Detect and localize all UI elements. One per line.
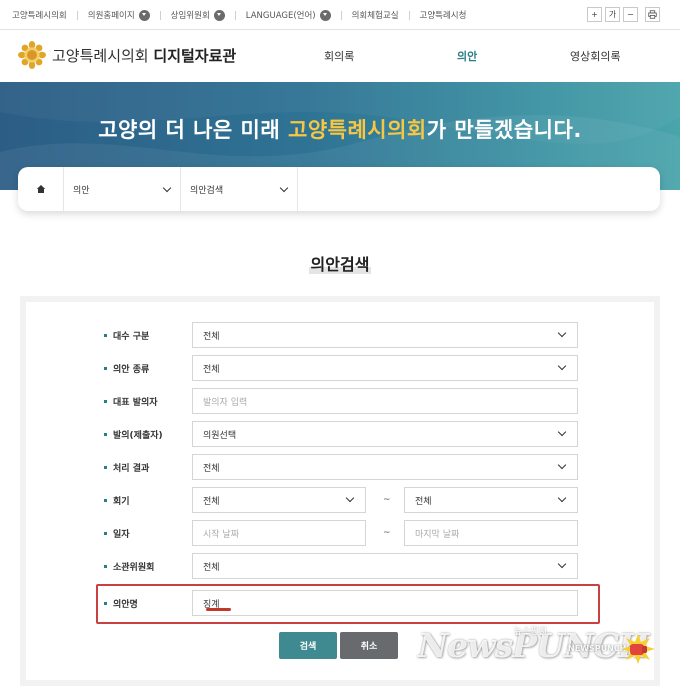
divider [234, 10, 236, 20]
chevron-down-icon [557, 361, 567, 371]
utility-link-label: 고양특례시청 [419, 11, 467, 21]
utility-link-language[interactable]: LANGUAGE(언어) [246, 9, 331, 21]
divider [159, 10, 161, 20]
slogan-part: 가 만들겠습니다. [426, 118, 582, 142]
nav-minutes[interactable]: 회의록 [324, 30, 354, 82]
end-date-input[interactable]: 마지막 날짜 [404, 520, 578, 546]
slogan-part: 고양의 더 나은 미래 [98, 118, 289, 142]
session-separator: ~ [383, 495, 391, 505]
proposer-label: 대표 발의자 [104, 388, 158, 414]
breadcrumb-level2[interactable]: 의안검색 [181, 167, 298, 211]
bill-search-form: 대수 구분 전체 의안 종류 전체 대표 발의자 발의자 입력 발의(제출자) … [20, 296, 660, 686]
chevron-down-icon [162, 183, 172, 192]
proposer-input[interactable]: 발의자 입력 [192, 388, 578, 414]
bill-type-label: 의안 종류 [104, 355, 149, 381]
logo-prefix: 고양특례시의회 [52, 46, 149, 65]
chevron-down-icon [138, 9, 150, 21]
divider [408, 10, 410, 20]
nav-video-minutes[interactable]: 영상회의록 [570, 30, 621, 82]
chevron-down-icon [557, 427, 567, 437]
utility-link-label: 상임위원회 [170, 11, 210, 21]
daesu-value: 전체 [203, 331, 220, 342]
date-label: 일자 [104, 520, 130, 546]
result-select[interactable]: 전체 [192, 454, 578, 480]
submitter-select[interactable]: 의원선택 [192, 421, 578, 447]
font-decrease-button[interactable]: − [623, 7, 638, 22]
utility-links: 고양특례시의회 의원홈페이지 상임위원회 LANGUAGE(언어) 의회체험교실… [12, 0, 466, 30]
submitter-value: 의원선택 [203, 430, 237, 441]
bill-type-value: 전체 [203, 364, 220, 375]
utility-link-label: 의회체험교실 [351, 11, 399, 21]
font-size-controls: + 가 − [587, 7, 660, 22]
breadcrumb: 의안 의안검색 [18, 167, 660, 211]
daesu-select[interactable]: 전체 [192, 322, 578, 348]
utility-link-label: 의원홈페이지 [87, 11, 135, 21]
font-reset-button[interactable]: 가 [605, 7, 620, 22]
committee-select[interactable]: 전체 [192, 553, 578, 579]
row-proposer: 대표 발의자 발의자 입력 [26, 388, 654, 414]
start-date-input[interactable]: 시작 날짜 [192, 520, 366, 546]
chevron-down-icon [557, 493, 567, 503]
result-value: 전체 [203, 463, 220, 474]
site-header: 고양특례시의회 디지털자료관 회의록 의안 영상회의록 [0, 30, 680, 82]
site-logo[interactable]: 고양특례시의회 디지털자료관 [18, 41, 236, 69]
session-from-value: 전체 [203, 496, 220, 507]
font-increase-button[interactable]: + [587, 7, 602, 22]
print-button[interactable] [645, 7, 660, 22]
utility-link-label: LANGUAGE(언어) [245, 11, 316, 21]
daesu-label: 대수 구분 [104, 322, 149, 348]
divider [76, 10, 78, 20]
row-bill-type: 의안 종류 전체 [26, 355, 654, 381]
committee-value: 전체 [203, 562, 220, 573]
banner-slogan: 고양의 더 나은 미래 고양특례시의회가 만들겠습니다. [0, 114, 680, 144]
logo-title: 고양특례시의회 디지털자료관 [52, 45, 236, 66]
row-date: 일자 시작 날짜 ~ 마지막 날짜 [26, 520, 654, 546]
search-button[interactable]: 검색 [279, 632, 337, 659]
home-icon [36, 185, 45, 193]
print-icon [648, 10, 657, 19]
utility-link-label: 고양특례시의회 [12, 11, 67, 21]
result-label: 처리 결과 [104, 454, 149, 480]
chevron-down-icon [557, 559, 567, 569]
breadcrumb-level1[interactable]: 의안 [64, 167, 181, 211]
utility-link-committee[interactable]: 상임위원회 [171, 9, 225, 21]
row-daesu: 대수 구분 전체 [26, 322, 654, 348]
row-committee: 소관위원회 전체 [26, 553, 654, 579]
session-to-select[interactable]: 전체 [404, 487, 578, 513]
committee-label: 소관위원회 [104, 553, 154, 579]
divider [340, 10, 342, 20]
session-from-select[interactable]: 전체 [192, 487, 366, 513]
chevron-down-icon [557, 460, 567, 470]
session-to-value: 전체 [415, 496, 432, 507]
top-utility-bar: 고양특례시의회 의원홈페이지 상임위원회 LANGUAGE(언어) 의회체험교실… [0, 0, 680, 30]
session-label: 회기 [104, 487, 130, 513]
utility-link-city-hall[interactable]: 고양특례시청 [420, 9, 467, 21]
slogan-highlight: 고양특례시의회 [288, 118, 427, 142]
page-title-text: 의안검색 [308, 255, 372, 274]
council-emblem-icon [18, 41, 46, 69]
nav-bills[interactable]: 의안 [457, 30, 477, 82]
breadcrumb-home[interactable] [18, 167, 64, 211]
utility-link-experience[interactable]: 의회체험교실 [352, 9, 399, 21]
breadcrumb-level2-label: 의안검색 [190, 185, 224, 196]
cancel-button[interactable]: 취소 [340, 632, 398, 659]
date-separator: ~ [383, 528, 391, 538]
row-submitter: 발의(제출자) 의원선택 [26, 421, 654, 447]
chevron-down-icon [557, 328, 567, 338]
row-session: 회기 전체 ~ 전체 [26, 487, 654, 513]
utility-link-council[interactable]: 고양특례시의회 [12, 9, 67, 21]
row-result: 처리 결과 전체 [26, 454, 654, 480]
chevron-down-icon [213, 9, 225, 21]
chevron-down-icon [345, 493, 355, 503]
chevron-down-icon [319, 9, 331, 21]
highlight-annotation [96, 584, 600, 624]
utility-link-member-home[interactable]: 의원홈페이지 [88, 9, 150, 21]
keyword-underline-annotation [206, 608, 231, 611]
breadcrumb-level1-label: 의안 [73, 185, 90, 196]
logo-suffix: 디지털자료관 [153, 46, 237, 65]
chevron-down-icon [279, 183, 289, 192]
bill-type-select[interactable]: 전체 [192, 355, 578, 381]
page-title: 의안검색 [0, 251, 680, 275]
submitter-label: 발의(제출자) [104, 421, 163, 447]
